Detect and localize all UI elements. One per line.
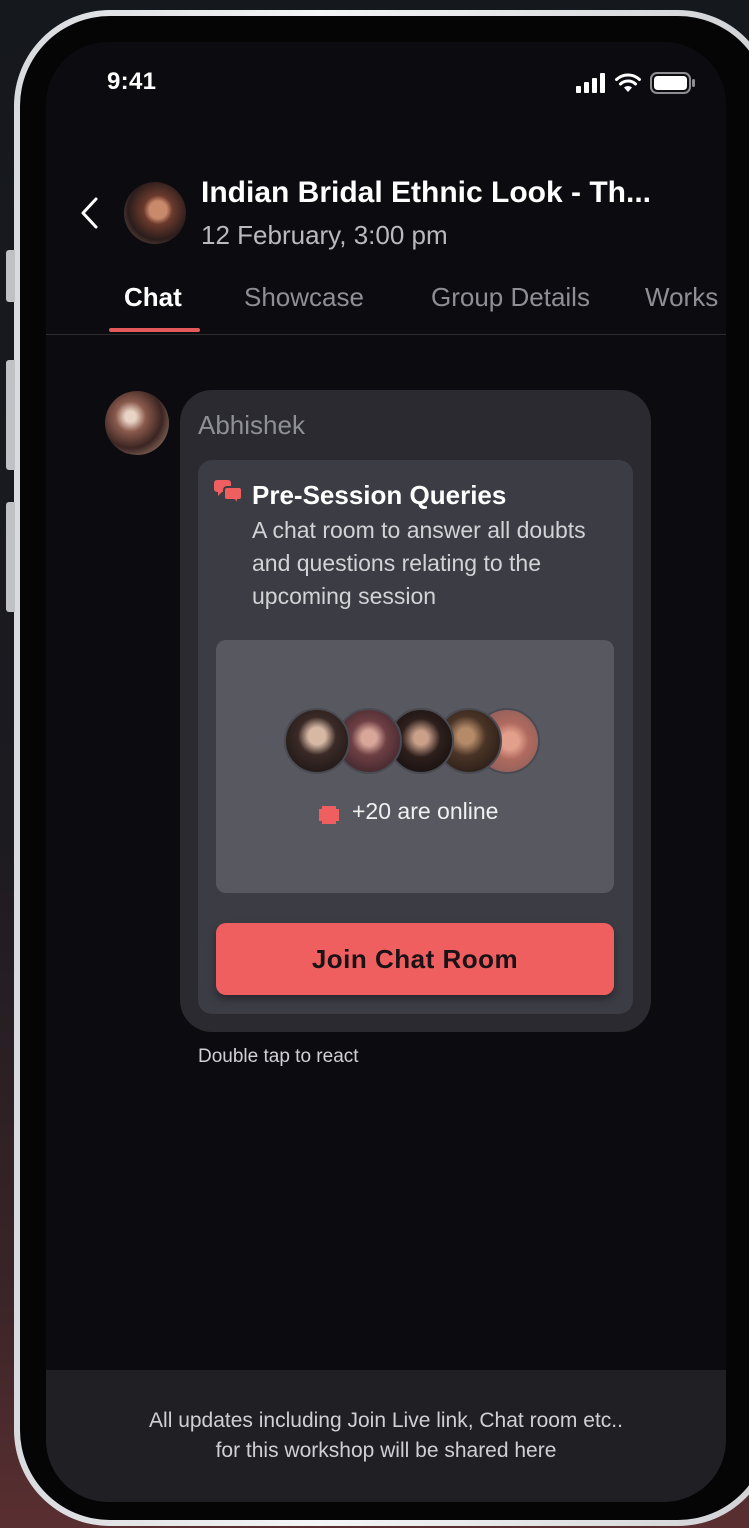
active-tab-indicator (109, 328, 200, 332)
volume-down-button (6, 502, 15, 612)
react-hint: Double tap to react (198, 1046, 359, 1067)
info-footer: All updates including Join Live link, Ch… (46, 1370, 726, 1502)
card-description: A chat room to answer all doubts and que… (252, 517, 586, 609)
status-bar: 9:41 (46, 42, 726, 122)
mute-switch (6, 250, 15, 302)
online-dot-icon (318, 804, 340, 831)
footer-line-2: for this workshop will be shared here (215, 1439, 557, 1462)
sender-name: Abhishek (198, 410, 305, 440)
footer-text: All updates including Join Live link, Ch… (46, 1406, 726, 1466)
message-bubble[interactable]: Abhishek Pre-Session Queries A chat room… (180, 390, 651, 1032)
session-avatar (124, 182, 186, 244)
member-avatars (284, 708, 544, 774)
sender-avatar[interactable] (105, 391, 169, 455)
tab-showcase[interactable]: Showcase (244, 282, 364, 313)
status-time: 9:41 (107, 68, 157, 95)
tab-bar: Chat Showcase Group Details Works (46, 272, 726, 335)
session-date: 12 February, 3:00 pm (201, 220, 448, 250)
battery-icon (650, 72, 696, 99)
volume-up-button (6, 360, 15, 470)
tab-workshop[interactable]: Works (645, 282, 718, 313)
app-screen: 9:41 Indian Bridal Ethnic Look - Th... 1… (46, 42, 726, 1502)
online-count: +20 are online (352, 798, 499, 824)
online-members-panel: +20 are online (216, 640, 614, 893)
session-title: Indian Bridal Ethnic Look - Th... (201, 176, 651, 209)
tab-chat[interactable]: Chat (124, 282, 182, 313)
status-icons (576, 72, 696, 99)
back-chevron-icon[interactable] (80, 196, 100, 235)
join-chat-room-button[interactable]: Join Chat Room (216, 923, 614, 995)
chat-room-card: Pre-Session Queries A chat room to answe… (198, 460, 633, 1014)
tab-group-details[interactable]: Group Details (431, 282, 590, 313)
signal-icon (576, 73, 606, 98)
member-avatar (284, 708, 350, 774)
chat-bubbles-icon (214, 478, 244, 511)
wifi-icon (614, 73, 642, 98)
footer-line-1: All updates including Join Live link, Ch… (149, 1409, 623, 1432)
card-title: Pre-Session Queries (252, 480, 507, 510)
